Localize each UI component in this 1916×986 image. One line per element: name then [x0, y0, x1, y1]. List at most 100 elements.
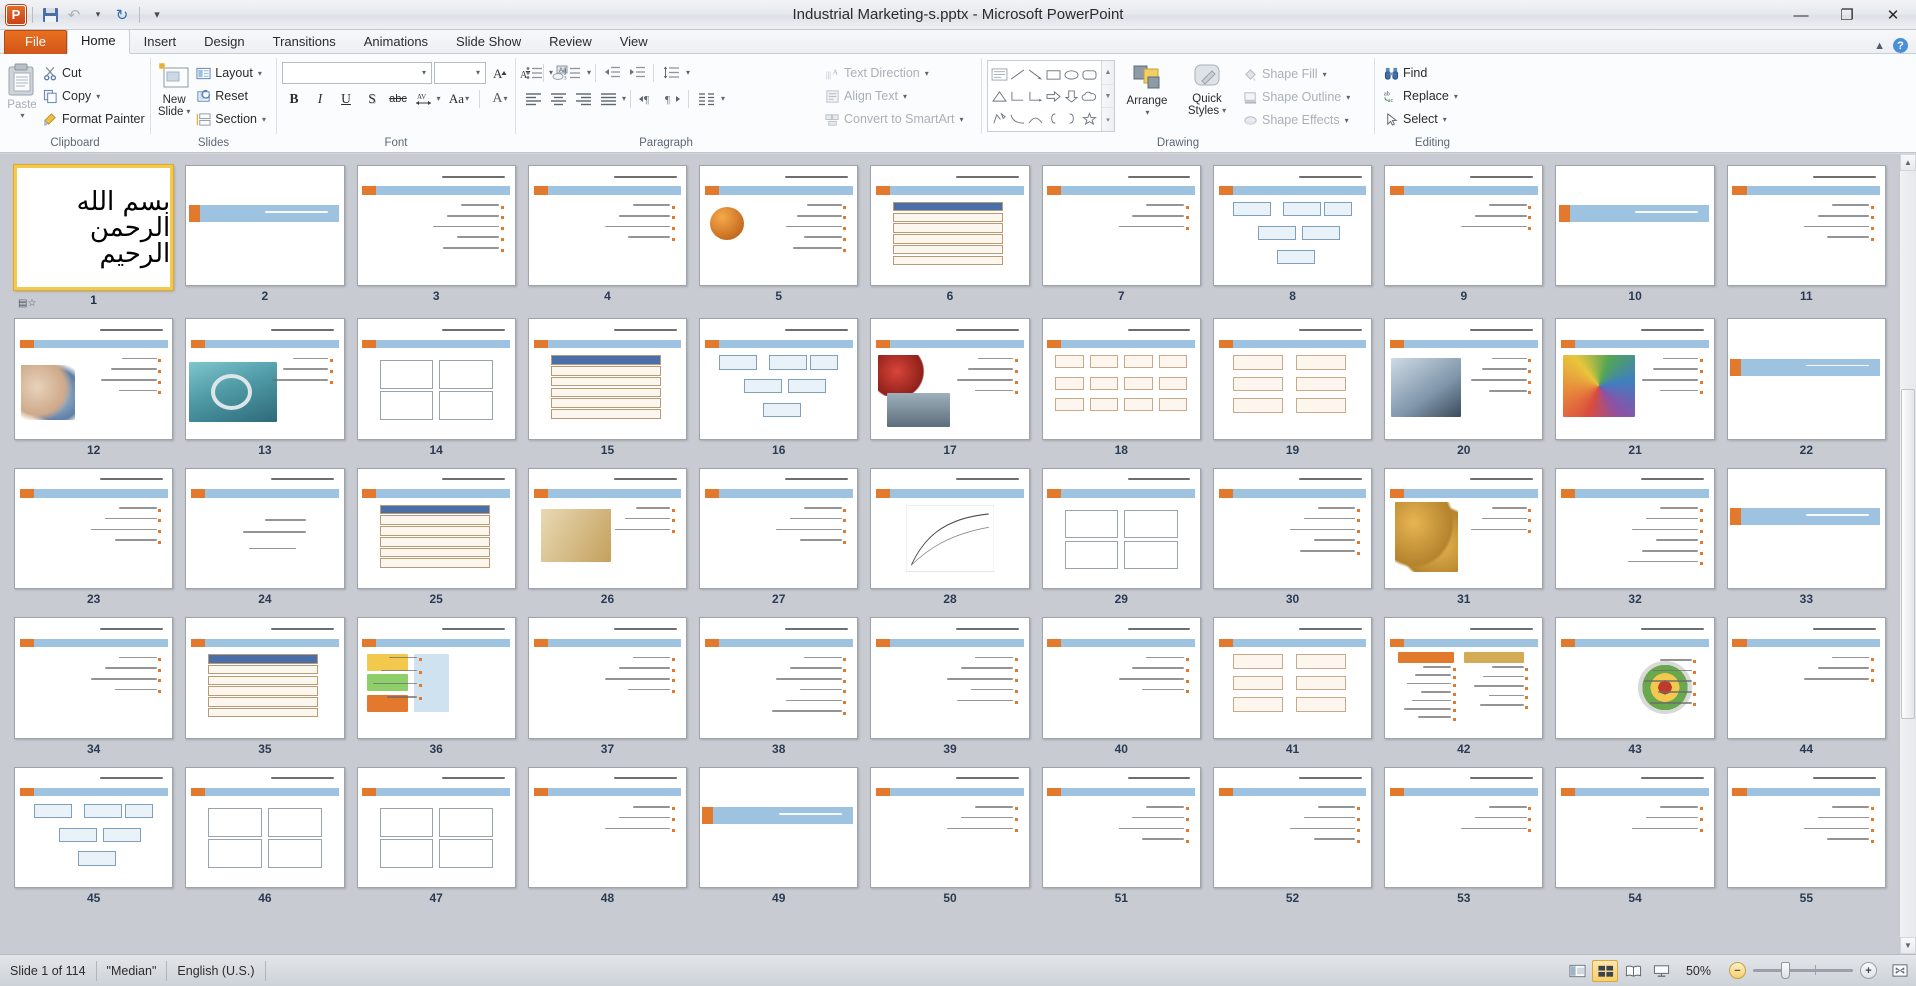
tab-home[interactable]: Home	[66, 29, 130, 54]
change-case-button[interactable]: Aa ▾	[444, 87, 474, 110]
undo-icon[interactable]: ↶	[63, 4, 85, 26]
replace-button[interactable]: ab ac Replace ▾	[1380, 85, 1463, 107]
slide-24[interactable]	[185, 467, 345, 590]
slide-52[interactable]	[1212, 766, 1373, 889]
slide-9[interactable]	[1384, 165, 1544, 287]
slide-44[interactable]	[1726, 617, 1886, 739]
strikethrough-button[interactable]: abc	[386, 87, 410, 110]
align-center-button[interactable]	[546, 87, 570, 110]
slide-thumbnail-cell[interactable]: 38	[693, 611, 864, 760]
slide-show-button[interactable]	[1648, 960, 1674, 982]
bold-button[interactable]: B	[282, 87, 306, 110]
grow-font-button[interactable]: A	[488, 61, 512, 84]
slide-15[interactable]	[527, 318, 688, 440]
cut-button[interactable]: Cut	[39, 62, 150, 84]
bullets-button[interactable]	[521, 61, 547, 84]
slide-13[interactable]	[185, 318, 345, 440]
shape-cloud-icon[interactable]	[1081, 85, 1099, 107]
shape-right-arrow-icon[interactable]	[1044, 85, 1062, 107]
slide-54[interactable]	[1555, 766, 1715, 889]
slide-thumbnail[interactable]	[699, 766, 859, 889]
slide-6[interactable]	[870, 165, 1030, 287]
shape-elbow-arrow-icon[interactable]	[1026, 85, 1044, 107]
slide-thumbnail[interactable]	[185, 617, 345, 739]
shape-textbox-icon[interactable]	[990, 63, 1008, 85]
slide-40[interactable]	[1041, 617, 1201, 739]
arrange-button[interactable]: Arrange ▾	[1119, 60, 1175, 122]
slide-46[interactable]	[185, 766, 345, 889]
align-left-button[interactable]	[521, 87, 545, 110]
slide-thumbnail[interactable]	[356, 467, 516, 590]
slide-thumbnail[interactable]	[699, 467, 859, 590]
restore-button[interactable]: ❐	[1824, 0, 1870, 30]
slide-thumbnail-cell[interactable]: 7	[1036, 159, 1207, 312]
slide-34[interactable]	[14, 617, 174, 739]
slide-53[interactable]	[1384, 766, 1544, 889]
slide-thumbnail[interactable]	[870, 617, 1030, 739]
slide-18[interactable]	[1041, 318, 1201, 440]
slide-thumbnail-cell[interactable]: 52	[1207, 761, 1378, 910]
gallery-scroll-up-icon[interactable]: ▲	[1102, 61, 1114, 85]
slide-thumbnail[interactable]	[1555, 318, 1715, 440]
find-button[interactable]: Find	[1380, 62, 1463, 84]
slide-counter[interactable]: Slide 1 of 114	[0, 960, 97, 981]
section-button[interactable]: Section ▾	[192, 108, 271, 130]
slide-23[interactable]	[14, 467, 174, 590]
slide-3[interactable]	[356, 165, 516, 287]
numbering-button[interactable]: 1 2 3	[559, 61, 585, 84]
undo-dropdown-icon[interactable]: ▾	[87, 4, 109, 26]
gallery-more-icon[interactable]: ▾	[1102, 108, 1114, 131]
tab-design[interactable]: Design	[190, 30, 258, 54]
slide-thumbnail-cell[interactable]: 43	[1549, 611, 1720, 760]
slide-thumbnail-cell[interactable]: 24	[179, 462, 350, 611]
sorter-vertical-scrollbar[interactable]: ▲ ▼	[1899, 154, 1916, 954]
slide-thumbnail-cell[interactable]: 23	[8, 462, 179, 611]
slide-thumbnail[interactable]	[1384, 766, 1544, 889]
convert-to-smartart-button[interactable]: Convert to SmartArt ▾	[821, 108, 968, 130]
slide-47[interactable]	[356, 766, 516, 889]
slide-11[interactable]	[1726, 165, 1886, 287]
shape-elbow-connector-icon[interactable]	[1008, 85, 1026, 107]
reset-button[interactable]: Reset	[192, 85, 271, 107]
slide-thumbnail-cell[interactable]: 13	[179, 312, 350, 461]
slide-thumbnail-cell[interactable]: 20	[1378, 312, 1549, 461]
slide-7[interactable]	[1041, 165, 1201, 287]
slide-49[interactable]	[699, 766, 859, 889]
slide-thumbnail[interactable]	[1726, 766, 1886, 889]
slide-thumbnail[interactable]	[14, 617, 174, 739]
slide-thumbnail[interactable]	[1555, 766, 1715, 889]
slide-28[interactable]	[870, 467, 1030, 590]
slide-thumbnail[interactable]	[14, 318, 174, 440]
slide-thumbnail[interactable]	[356, 318, 516, 440]
slide-thumbnail-cell[interactable]: 29	[1036, 462, 1207, 611]
slide-thumbnail-cell[interactable]: 8	[1207, 159, 1378, 312]
columns-button[interactable]	[693, 87, 719, 110]
slide-thumbnail[interactable]	[1041, 766, 1201, 889]
theme-name[interactable]: "Median"	[97, 960, 168, 981]
slide-1[interactable]: بسم الله الرحمن الرحیم	[14, 165, 174, 291]
shape-effects-button[interactable]: Shape Effects ▾	[1239, 109, 1355, 131]
zoom-level-label[interactable]: 50%	[1675, 964, 1721, 978]
slide-thumbnail[interactable]: بسم الله الرحمن الرحیم	[14, 165, 174, 291]
text-shadow-button[interactable]: S	[360, 87, 384, 110]
save-icon[interactable]	[39, 4, 61, 26]
slide-thumbnail[interactable]	[1212, 318, 1373, 440]
slide-45[interactable]	[14, 766, 174, 889]
slide-thumbnail-cell[interactable]: 34	[8, 611, 179, 760]
align-text-button[interactable]: Align Text ▾	[821, 85, 968, 107]
ltr-direction-button[interactable]: ¶	[635, 87, 659, 110]
slide-thumbnail-cell[interactable]: 53	[1378, 761, 1549, 910]
tab-review[interactable]: Review	[535, 30, 606, 54]
slide-thumbnail-cell[interactable]: 42	[1378, 611, 1549, 760]
new-slide-button[interactable]: New Slide ▾	[156, 59, 192, 121]
slide-39[interactable]	[870, 617, 1030, 739]
slide-thumbnail-cell[interactable]: 50	[864, 761, 1035, 910]
slide-thumbnail[interactable]	[1384, 165, 1544, 287]
slide-thumbnail[interactable]	[1555, 165, 1715, 287]
slide-thumbnail[interactable]	[1726, 318, 1886, 440]
slide-16[interactable]	[699, 318, 859, 440]
slide-thumbnail[interactable]	[1212, 165, 1373, 287]
slide-thumbnail[interactable]	[356, 766, 516, 889]
zoom-in-button[interactable]: +	[1860, 962, 1877, 979]
text-direction-button[interactable]: ||| A Text Direction ▾	[821, 62, 968, 84]
